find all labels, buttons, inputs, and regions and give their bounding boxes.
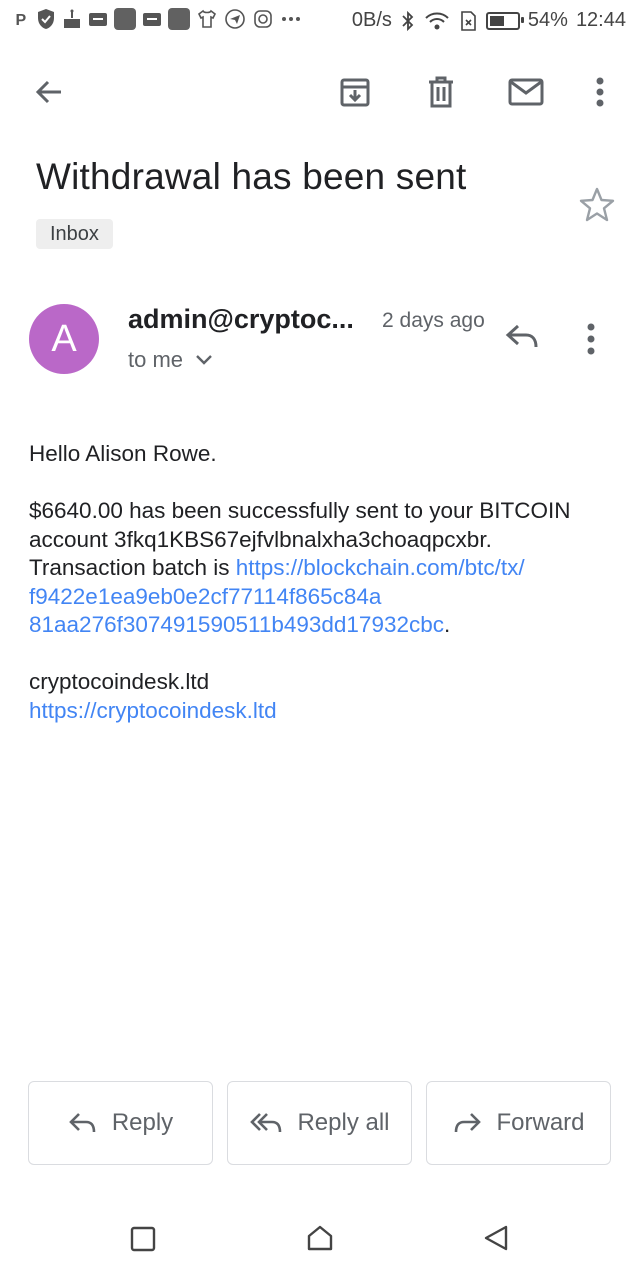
reply-action-button[interactable]: Reply [28,1081,213,1165]
body-text: . [444,612,451,637]
reply-label: Reply [111,1109,174,1136]
more-options-button[interactable] [578,70,622,114]
bluetooth-icon [402,10,414,31]
instagram-icon [254,10,272,28]
body-line: account 3fkq1KBS67ejfvlbnalxha3choaqpcxb… [29,526,492,552]
forward-action-button[interactable]: Forward [426,1081,611,1165]
app-icon [114,8,136,30]
svg-text:P: P [15,12,26,27]
battery-icon [485,11,524,30]
more-vert-icon [587,323,595,355]
back-button[interactable] [27,70,71,114]
system-indicators: 0B/s 54% 12:44 [352,9,626,32]
recents-button[interactable] [130,1226,156,1252]
email-subject: Withdrawal has been sent [36,156,467,197]
reply-button[interactable] [504,320,540,359]
delete-icon [429,76,453,108]
sender-address[interactable]: admin@cryptoc... [128,304,354,335]
archive-icon [340,78,370,107]
body-greeting: Hello Alison Rowe. [29,441,217,466]
forward-icon [455,1113,482,1133]
reply-icon [68,1113,96,1133]
body-line: f9422e1ea9eb0e2cf77114f865c84a [29,583,619,612]
message-icon [143,13,161,26]
reply-all-action-button[interactable]: Reply all [227,1081,412,1165]
arrow-back-icon [35,80,61,104]
mail-icon [508,78,544,106]
p-app-icon: P [15,12,26,27]
cake-icon [64,9,80,28]
label-chip[interactable]: Inbox [36,219,113,249]
battery-percent: 54% [527,9,568,31]
chevron-down-icon [196,355,212,365]
email-time: 2 days ago [382,309,485,332]
recipient-label: to me [128,347,184,372]
navigation-bar [0,1200,640,1280]
transaction-link[interactable]: https://blockchain.com/btc/tx/ [236,555,525,580]
signature-link[interactable]: https://cryptocoindesk.ltd [29,698,277,723]
back-nav-button[interactable] [482,1224,510,1252]
body-line: $6640.00 has been successfully sent to y… [29,498,571,523]
reply-all-label: Reply all [297,1109,390,1136]
wifi-icon [425,12,449,29]
home-button[interactable] [306,1224,334,1252]
delete-button[interactable] [419,70,463,114]
shield-check-icon [38,9,54,29]
telegram-icon [225,9,245,29]
recipient-details[interactable]: to me [128,347,213,373]
clock: 12:44 [575,9,626,31]
notification-icons: P [14,8,302,30]
more-notifications-icon [282,17,300,21]
network-speed: 0B/s [351,9,392,31]
star-button[interactable] [578,186,616,229]
body-line: Transaction batch is https://blockchain.… [29,554,619,583]
signature-line: https://cryptocoindesk.ltd [29,697,619,726]
status-bar: P 0B/s 54% 12:44 [0,0,640,44]
message-icon [89,13,107,26]
app-icon [168,8,190,30]
body-text: Transaction batch is [29,555,236,580]
body-line: 81aa276f307491590511b493dd17932cbc. [29,611,619,640]
sender-avatar[interactable]: A [29,304,99,374]
more-vert-icon [596,77,604,107]
transaction-link[interactable]: f9422e1ea9eb0e2cf77114f865c84a [29,584,381,609]
message-more-button[interactable] [586,322,596,361]
sim-disabled-icon [461,10,476,31]
mark-unread-button[interactable] [504,70,548,114]
archive-button[interactable] [333,70,377,114]
reply-all-icon [250,1113,282,1133]
star-outline-icon [579,187,615,222]
shirt-icon [197,9,217,28]
email-body: Hello Alison Rowe. $6640.00 has been suc… [29,440,619,725]
forward-label: Forward [496,1109,585,1136]
signature-name: cryptocoindesk.ltd [29,669,210,694]
transaction-link[interactable]: 81aa276f307491590511b493dd17932cbc [29,612,444,637]
reply-icon [505,324,538,348]
